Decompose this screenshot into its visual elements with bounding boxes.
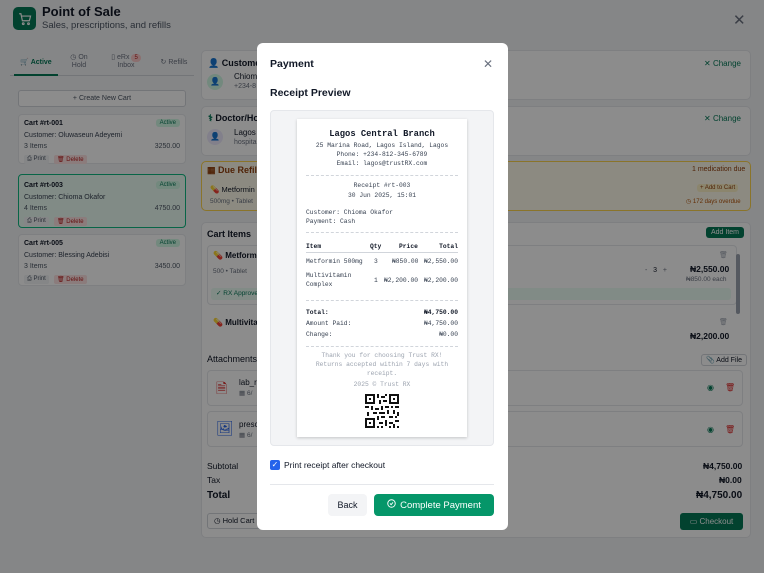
receipt-total-value: ₦4,750.00 xyxy=(423,309,458,316)
divider xyxy=(306,346,458,347)
receipt-phone: Phone: +234-812-345-6789 xyxy=(336,151,428,158)
modal-title: Payment xyxy=(270,58,314,70)
receipt-row-item: Metformin 500mg xyxy=(306,258,363,265)
receipt-thanks: Thank you for choosing Trust RX! xyxy=(321,352,443,359)
print-receipt-checkbox[interactable]: ✓ xyxy=(270,460,280,470)
receipt-paid-value: ₦4,750.00 xyxy=(423,320,458,327)
receipt-copyright: 2025 © Trust RX xyxy=(353,381,411,388)
receipt-row-qty: 3 xyxy=(374,258,378,265)
divider xyxy=(306,232,458,233)
qr-code-icon xyxy=(365,394,399,428)
print-receipt-label: Print receipt after checkout xyxy=(284,460,386,470)
divider xyxy=(306,300,458,301)
col-header-item: Item xyxy=(306,243,322,250)
col-header-qty: Qty xyxy=(370,243,382,250)
receipt-customer: Customer: Chioma Okafor xyxy=(306,209,393,216)
receipt-paid-label: Amount Paid: xyxy=(306,320,352,327)
divider xyxy=(306,252,458,253)
divider xyxy=(270,484,494,485)
receipt-datetime: 30 Jun 2025, 15:01 xyxy=(347,192,417,199)
receipt-row-qty: 1 xyxy=(374,277,378,284)
receipt-number: Receipt #rt-003 xyxy=(353,182,411,189)
receipt-change-value: ₦0.00 xyxy=(439,331,458,338)
receipt-store-name: Lagos Central Branch xyxy=(329,129,435,139)
receipt-change-label: Change: xyxy=(306,331,333,338)
receipt-returns: Returns accepted within 7 days with xyxy=(315,361,449,368)
receipt-preview-title: Receipt Preview xyxy=(270,87,351,99)
receipt-row-total: ₦2,550.00 xyxy=(423,258,458,265)
check-circle-icon xyxy=(387,499,396,511)
complete-payment-button[interactable]: Complete Payment xyxy=(374,494,494,516)
close-icon[interactable]: ✕ xyxy=(483,57,493,71)
complete-payment-label: Complete Payment xyxy=(400,499,481,511)
col-header-total: Total xyxy=(439,243,458,250)
receipt-row-item: Multivitamin xyxy=(306,272,352,279)
receipt-row-price: ₦850.00 xyxy=(392,258,419,265)
receipt-address: 25 Marina Road, Lagos Island, Lagos xyxy=(315,142,449,149)
col-header-price: Price xyxy=(399,243,418,250)
receipt-returns-2: receipt. xyxy=(366,370,398,377)
back-button[interactable]: Back xyxy=(328,494,367,516)
receipt-row-total: ₦2,200.00 xyxy=(423,277,458,284)
receipt: Lagos Central Branch 25 Marina Road, Lag… xyxy=(297,119,467,437)
receipt-payment-method: Payment: Cash xyxy=(306,218,356,225)
receipt-row-price: ₦2,200.00 xyxy=(384,277,419,284)
divider xyxy=(306,175,458,176)
receipt-row-item: Complex xyxy=(306,281,333,288)
receipt-total-label: Total: xyxy=(306,309,329,316)
receipt-email: Email: lagos@trustRX.com xyxy=(336,160,428,167)
